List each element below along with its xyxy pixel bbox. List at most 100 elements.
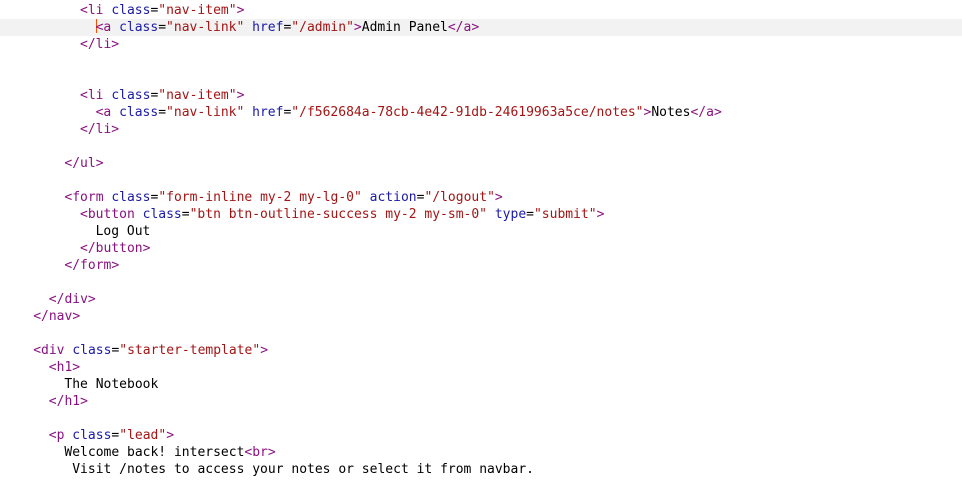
source-line[interactable]: <form class="form-inline my-2 my-lg-0" a… [0, 189, 962, 206]
attribute-name: class [111, 3, 151, 18]
tag-token: <button [80, 207, 135, 222]
line-content: Visit /notes to access your notes or sel… [64, 461, 534, 478]
line-content: </ul> [64, 155, 103, 172]
source-line[interactable]: Welcome back! intersect<br> [0, 444, 962, 461]
line-content: </li> [80, 36, 119, 53]
source-line[interactable]: Visit /notes to access your notes or sel… [0, 461, 962, 478]
attribute-name: class [119, 105, 159, 120]
source-line[interactable]: Log Out [0, 223, 962, 240]
attribute-name: type [494, 207, 527, 222]
line-content: </div> [49, 291, 96, 308]
line-content: <a class="nav-link" href="/f562684a-78cb… [96, 104, 722, 121]
line-content: <li class="nav-item"> [80, 87, 244, 104]
tag-token: <a [95, 105, 112, 120]
source-line[interactable]: <div class="starter-template"> [0, 342, 962, 359]
source-line[interactable]: </button> [0, 240, 962, 257]
source-line[interactable]: </li> [0, 36, 962, 53]
attribute-name: class [142, 207, 182, 222]
attribute-name: class [119, 20, 159, 35]
line-content: <li class="nav-item"> [80, 2, 244, 19]
attribute-name: class [111, 88, 151, 103]
tag-token: </a> [447, 20, 480, 35]
tag-token: </li> [80, 122, 120, 137]
line-content: The Notebook [64, 376, 158, 393]
tag-token: <div [33, 343, 65, 358]
tag-token: > [166, 428, 175, 443]
tag-token: > [260, 343, 269, 358]
line-content: <p class="lead"> [49, 427, 174, 444]
source-line[interactable]: </form> [0, 257, 962, 274]
tag-token: > [596, 207, 605, 222]
line-content: <button class="btn btn-outline-success m… [80, 206, 604, 223]
line-content: </h1> [49, 393, 88, 410]
attribute-value: "/logout" [424, 190, 495, 205]
source-line[interactable] [0, 172, 962, 189]
tag-token: > [236, 88, 245, 103]
tag-token: </ul> [64, 156, 104, 171]
line-content: <div class="starter-template"> [33, 342, 268, 359]
attribute-value: "starter-template" [119, 343, 261, 358]
current-source-line[interactable]: <a class="nav-link" href="/admin">Admin … [0, 19, 962, 36]
source-line[interactable]: <button class="btn btn-outline-success m… [0, 206, 962, 223]
line-content: <a class="nav-link" href="/admin">Admin … [95, 19, 480, 36]
attribute-value: "submit" [533, 207, 597, 222]
line-content: </button> [80, 240, 150, 257]
source-line[interactable]: </li> [0, 121, 962, 138]
attribute-name: href [252, 20, 284, 35]
source-viewer[interactable]: <li class="nav-item"> <a class="nav-link"… [0, 0, 962, 483]
source-line[interactable] [0, 274, 962, 291]
tag-token: </h1> [48, 394, 88, 409]
text-token: The Notebook [64, 377, 159, 392]
tag-token: <li [80, 88, 104, 103]
source-line[interactable] [0, 138, 962, 155]
attribute-value: "nav-item" [158, 3, 237, 18]
tag-token: <li [80, 3, 104, 18]
source-line[interactable]: </nav> [0, 308, 962, 325]
attribute-value: "nav-link" [166, 20, 245, 35]
source-line[interactable]: The Notebook [0, 376, 962, 393]
tag-token: <a [95, 20, 112, 35]
source-line[interactable]: <a class="nav-link" href="/f562684a-78cb… [0, 104, 962, 121]
tag-token: > [236, 3, 245, 18]
source-line[interactable]: </h1> [0, 393, 962, 410]
attribute-value: "/f562684a-78cb-4e42-91db-24619963a5ce/n… [291, 105, 644, 120]
attribute-value: "nav-link" [166, 105, 245, 120]
tag-token: </nav> [33, 309, 81, 324]
source-line[interactable]: </ul> [0, 155, 962, 172]
line-content: <h1> [49, 359, 80, 376]
tag-token: > [353, 20, 362, 35]
tag-token: <form [64, 190, 104, 205]
tag-token: </li> [80, 37, 120, 52]
attribute-name: class [72, 428, 112, 443]
source-line[interactable]: </div> [0, 291, 962, 308]
tag-token: <p [48, 428, 65, 443]
text-token: = [158, 20, 167, 35]
source-line[interactable]: <p class="lead"> [0, 427, 962, 444]
source-line[interactable]: <h1> [0, 359, 962, 376]
attribute-value: "btn btn-outline-success my-2 my-sm-0" [189, 207, 488, 222]
attribute-value: "nav-item" [158, 88, 237, 103]
text-token: Admin Panel [361, 20, 448, 35]
source-line[interactable] [0, 53, 962, 70]
tag-token: </form> [64, 258, 120, 273]
source-line[interactable] [0, 325, 962, 342]
attribute-value: "form-inline my-2 my-lg-0" [158, 190, 362, 205]
source-line[interactable] [0, 70, 962, 87]
tag-token: <br> [244, 445, 276, 460]
tag-token: </a> [690, 105, 722, 120]
line-content: Welcome back! intersect<br> [64, 444, 275, 461]
attribute-value: "lead" [119, 428, 167, 443]
source-line[interactable]: <li class="nav-item"> [0, 2, 962, 19]
text-token: = [158, 105, 167, 120]
source-line[interactable] [0, 410, 962, 427]
source-line[interactable]: <li class="nav-item"> [0, 87, 962, 104]
attribute-name: action [369, 190, 417, 205]
tag-token: <h1> [48, 360, 81, 375]
